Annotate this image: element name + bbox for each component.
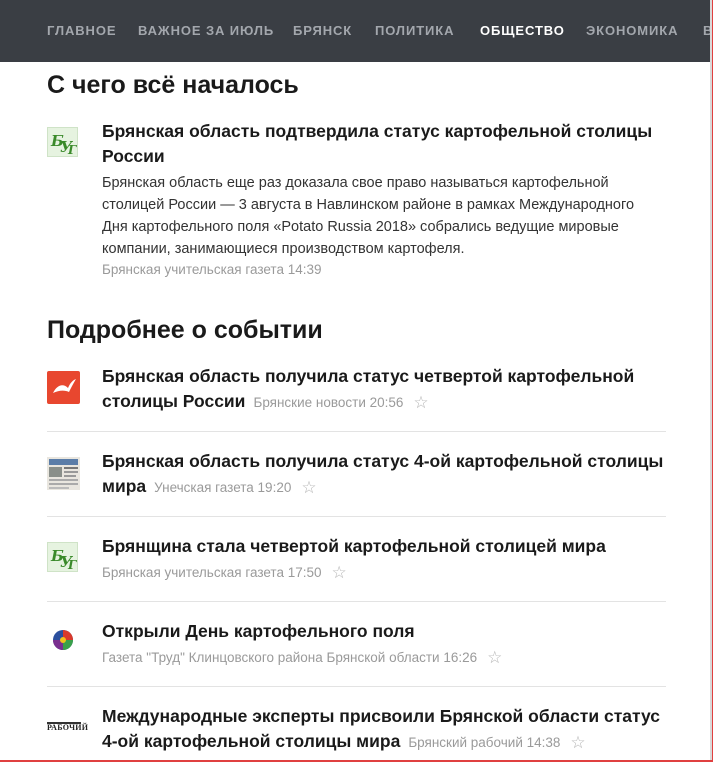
story-source[interactable]: Брянские новости 20:56 [253, 395, 403, 410]
divider [47, 601, 666, 602]
tab-politika[interactable]: ПОЛИТИКА [375, 0, 454, 62]
star-icon[interactable]: ☆ [301, 475, 316, 500]
origin-headline[interactable]: Брянская область подтвердила статус карт… [102, 119, 667, 169]
story-headline[interactable]: Брянщина стала четвертой картофельной ст… [102, 536, 606, 556]
rabochiy-logo-text: РАБОЧИЙ [47, 723, 89, 732]
star-icon[interactable]: ☆ [413, 390, 428, 415]
divider [47, 431, 666, 432]
section-title-origin: С чего всё началось [47, 71, 299, 99]
tab-ekonomika[interactable]: ЭКОНОМИКА [586, 0, 678, 62]
story-source[interactable]: Унечская газета 19:20 [154, 480, 291, 495]
tab-vazhnoe[interactable]: ВАЖНОЕ ЗА ИЮЛЬ [138, 0, 274, 62]
star-icon[interactable]: ☆ [332, 563, 347, 583]
story-item-4[interactable]: Открыли День картофельного поля [102, 619, 667, 644]
divider [47, 686, 666, 687]
section-title-details: Подробнее о событии [47, 316, 323, 344]
story-item-3[interactable]: Брянщина стала четвертой картофельной ст… [102, 534, 667, 559]
top-navigation: ГЛАВНОЕ ВАЖНОЕ ЗА ИЮЛЬ БРЯНСК ПОЛИТИКА О… [0, 0, 713, 62]
story-source[interactable]: Брянская учительская газета 17:50 [102, 565, 322, 580]
bug-logo-icon: Б У Г [47, 542, 78, 572]
story-source[interactable]: Брянский рабочий 14:38 [408, 735, 560, 750]
story-item-3-meta: Брянская учительская газета 17:50 ☆ [102, 563, 347, 583]
tab-glavnoe[interactable]: ГЛАВНОЕ [47, 0, 116, 62]
story-item-2[interactable]: Брянская область получила статус 4-ой ка… [102, 449, 667, 500]
newspaper-logo-icon [47, 457, 80, 490]
divider [47, 516, 666, 517]
tab-bryansk[interactable]: БРЯНСК [293, 0, 352, 62]
tab-obshchestvo[interactable]: ОБЩЕСТВО [480, 0, 565, 62]
bug-logo-icon: Б У Г [47, 127, 78, 157]
story-headline[interactable]: Открыли День картофельного поля [102, 621, 415, 641]
story-item-5[interactable]: Международные эксперты присвоили Брянско… [102, 704, 667, 755]
origin-source[interactable]: Брянская учительская газета 14:39 [102, 262, 322, 277]
star-icon[interactable]: ☆ [570, 730, 585, 755]
rabochiy-logo-icon: РАБОЧИЙ [47, 722, 88, 734]
globe-logo-icon [51, 628, 75, 652]
origin-snippet: Брянская область еще раз доказала свое п… [102, 175, 635, 257]
story-item-1[interactable]: Брянская область получила статус четверт… [102, 364, 667, 415]
story-item-4-meta: Газета "Труд" Клинцовского района Брянск… [102, 648, 502, 668]
star-icon[interactable]: ☆ [487, 648, 502, 668]
story-source[interactable]: Газета "Труд" Клинцовского района Брянск… [102, 650, 477, 665]
bird-logo-icon [47, 371, 80, 404]
